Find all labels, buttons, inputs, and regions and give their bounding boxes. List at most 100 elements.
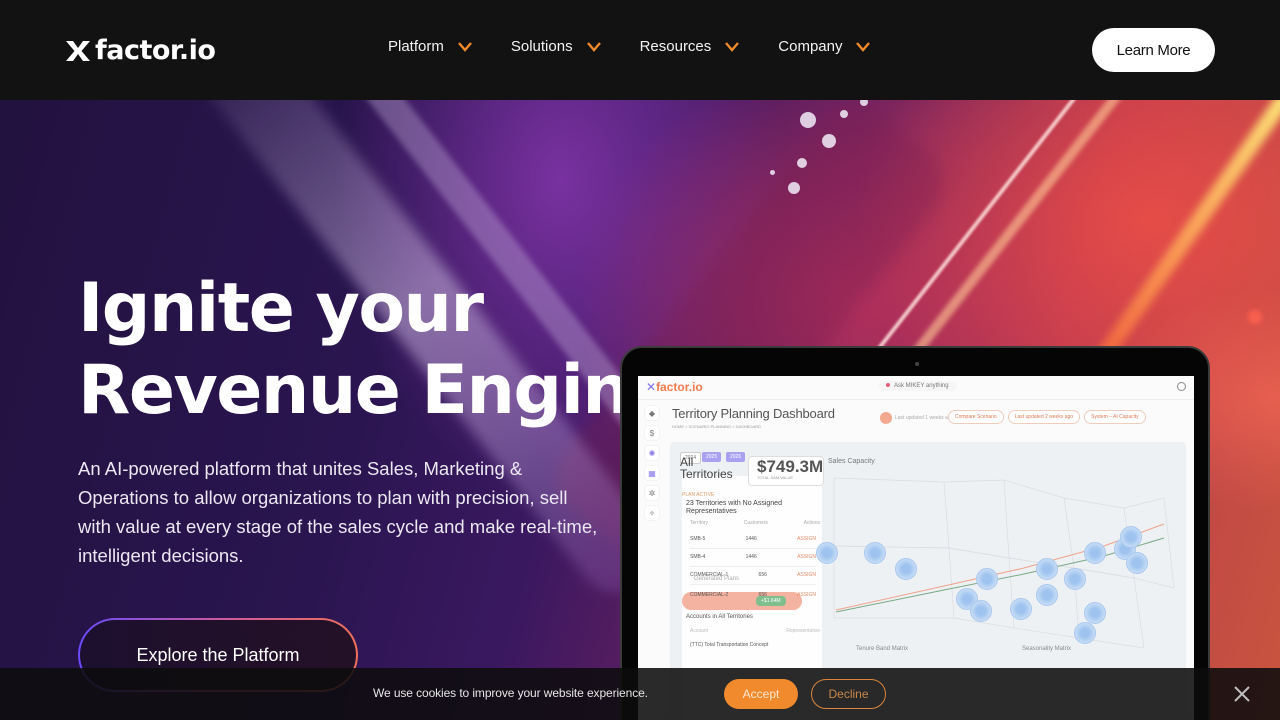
col-header: Actions <box>803 520 820 526</box>
learn-more-button[interactable]: Learn More <box>1092 28 1215 72</box>
map-bubble <box>1036 558 1058 580</box>
map-bubble <box>1074 622 1096 644</box>
cookie-message: We use cookies to improve your website e… <box>373 686 648 700</box>
plan-status: PLAN ACTIVE <box>682 492 715 498</box>
grid-icon: ▦ <box>645 466 659 480</box>
map-bubble <box>970 600 992 622</box>
col-header: Customers <box>743 520 768 526</box>
map-bubble <box>1036 584 1058 606</box>
chevron-down-icon <box>457 41 472 52</box>
sales-capacity-title: Sales Capacity <box>828 458 875 465</box>
map-bubble <box>864 542 886 564</box>
people-icon: ✲ <box>645 486 659 500</box>
col-header: Representative <box>786 628 820 634</box>
map-bubble <box>1010 598 1032 620</box>
menu-item-solutions[interactable]: Solutions <box>511 38 602 55</box>
table-row: COMMERCIAL-2 656 ASSIGN <box>690 592 816 604</box>
assign-link: ASSIGN <box>797 536 816 542</box>
background-dot <box>800 112 816 128</box>
network-icon: ✺ <box>645 446 659 460</box>
menu-item-resources[interactable]: Resources <box>640 38 741 55</box>
hero-title-line: Revenue Engine <box>78 351 675 430</box>
decline-cookies-button[interactable]: Decline <box>811 679 886 709</box>
total-value-text: $749.3M <box>757 457 824 476</box>
menu-label: Company <box>778 38 843 55</box>
map-bubble <box>976 568 998 590</box>
cell: 1446 <box>745 536 757 542</box>
assign-link: ASSIGN <box>797 554 816 560</box>
menu-label: Solutions <box>510 38 573 55</box>
menu-item-platform[interactable]: Platform <box>388 38 473 55</box>
dollar-icon: $ <box>645 426 659 440</box>
menu-label: Platform <box>388 38 444 55</box>
ask-mikey-input: Ask MIKEY anything <box>878 381 957 391</box>
background-dot <box>770 170 775 175</box>
generated-plans-label: Generated Plans <box>694 576 740 582</box>
hero-title-line: Ignite your <box>78 269 484 348</box>
dashboard-logo: ✕factor.io <box>646 380 703 394</box>
col-header: Account <box>690 628 709 634</box>
cookie-banner: We use cookies to improve your website e… <box>0 668 1280 720</box>
background-orb <box>1248 310 1262 324</box>
refresh-icon <box>880 412 892 424</box>
dashboard-chips: Compare Scenario Last updated 2 weeks ag… <box>948 410 1146 424</box>
background-dot <box>860 100 868 106</box>
main-menu: Platform Solutions Resources Company <box>388 38 909 55</box>
globe-icon <box>1177 382 1186 391</box>
diamond-icon: ◆ <box>645 406 659 420</box>
cell: 1446 <box>745 554 757 560</box>
map-bubble <box>816 542 838 564</box>
top-nav: factor.io Platform Solutions Resources C… <box>0 0 1280 100</box>
tenure-matrix-title: Tenure Band Matrix <box>856 646 909 652</box>
background-dot <box>788 182 800 194</box>
dashboard-logo-text: factor.io <box>656 380 703 394</box>
seasonality-matrix-title: Seasonality Matrix <box>1022 646 1072 652</box>
all-territories-label: All Territories <box>680 455 733 481</box>
cell: COMMERCIAL-2 <box>690 592 729 598</box>
chevron-down-icon <box>586 41 601 52</box>
chevron-down-icon <box>725 41 740 52</box>
last-updated-text: Last updated 1 weeks ago <box>895 415 954 421</box>
total-value: $749.3M TOTAL SAM VALUE <box>748 456 824 486</box>
dashboard-breadcrumb: HOME > SCENARIO PLANNING > DASHBOARD <box>672 424 761 429</box>
cell: SMB-5 <box>690 536 706 542</box>
accounts-title: Accounts in All Territories <box>686 614 753 620</box>
accept-cookies-button[interactable]: Accept <box>724 679 798 709</box>
map-bubble <box>1120 526 1142 548</box>
assign-link: ASSIGN <box>797 592 816 598</box>
map-bubble <box>1084 542 1106 564</box>
sparkle-icon: ✧ <box>645 506 659 520</box>
logo[interactable]: factor.io <box>65 35 216 66</box>
menu-label: Resources <box>639 38 712 55</box>
map-bubble <box>1084 602 1106 624</box>
chip: Compare Scenario <box>948 410 1004 424</box>
hero-title: Ignite your Revenue Engine <box>78 268 675 432</box>
cell: 656 <box>758 572 767 578</box>
plan-amount-badge: +$1.64M <box>756 596 786 606</box>
account-row: (TTC) Total Transportation Concept <box>690 642 769 648</box>
assign-link: ASSIGN <box>797 572 816 578</box>
accounts-header: Account Representative <box>690 628 820 634</box>
dashboard-title: Territory Planning Dashboard <box>672 406 835 421</box>
cell: SMB-4 <box>690 554 706 560</box>
menu-item-company[interactable]: Company <box>778 38 871 55</box>
chip: Last updated 2 weeks ago <box>1007 410 1081 424</box>
target-line <box>835 523 1165 611</box>
background-dot <box>840 110 848 118</box>
hero-description: An AI-powered platform that unites Sales… <box>78 458 598 566</box>
background-dot <box>822 134 836 148</box>
dashboard-topbar: ✕factor.io Ask MIKEY anything <box>638 376 1194 400</box>
last-updated: Last updated 1 weeks ago <box>880 412 953 424</box>
camera-dot <box>915 362 919 366</box>
map-bubble <box>1126 552 1148 574</box>
chip: System – AI Capacity <box>1084 410 1146 424</box>
col-header: Territory <box>690 520 709 526</box>
table-row: SMB-4 1446 ASSIGN <box>690 554 816 567</box>
logo-text: factor.io <box>95 35 216 66</box>
chevron-down-icon <box>856 41 871 52</box>
map-bubble <box>1064 568 1086 590</box>
map-bubble <box>895 558 917 580</box>
warning-text: 23 Territories with No Assigned Represen… <box>686 500 782 515</box>
close-icon[interactable] <box>1232 684 1252 704</box>
background-dot <box>797 158 807 168</box>
